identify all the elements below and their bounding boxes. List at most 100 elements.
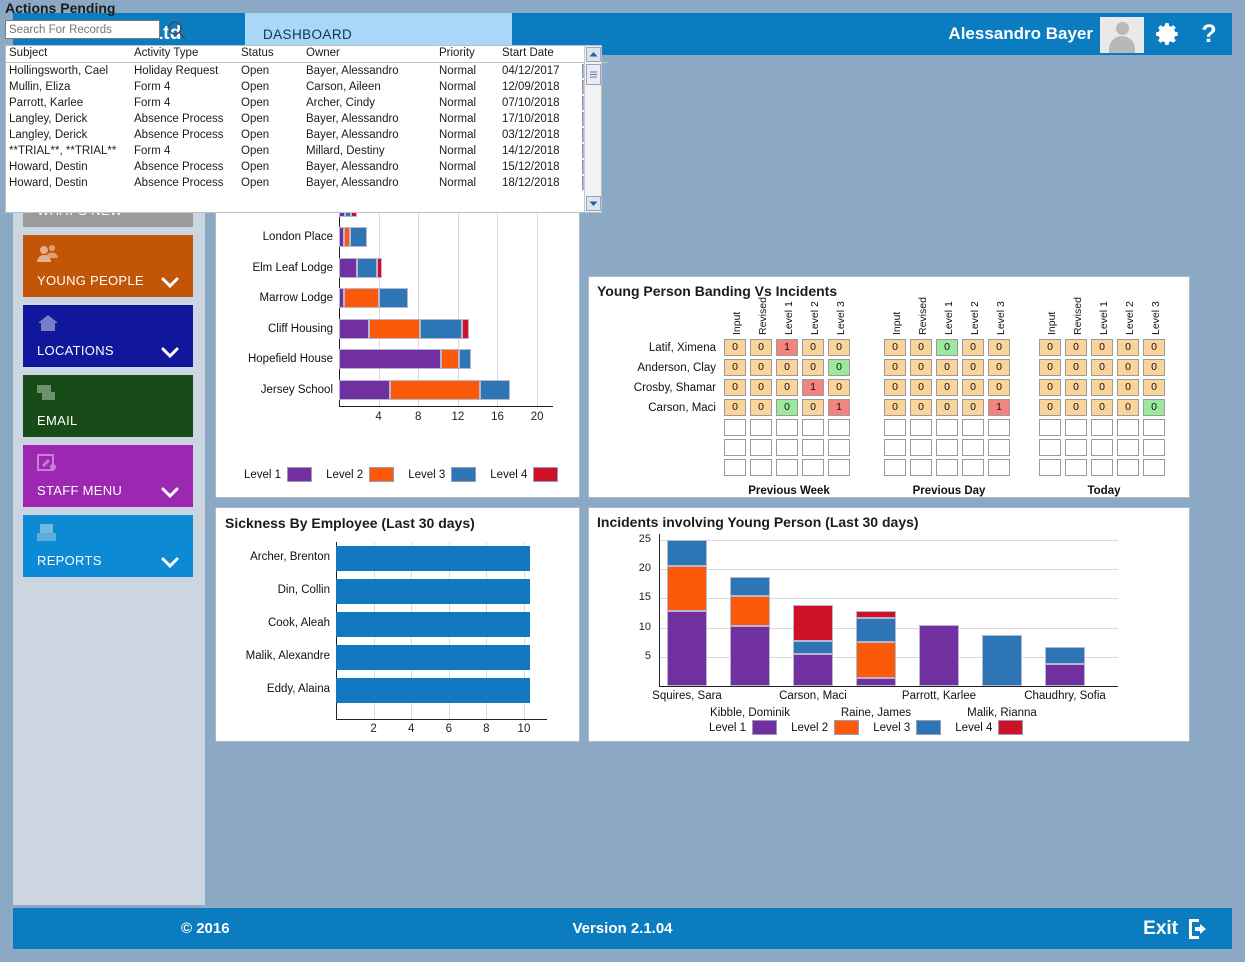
banding-cell[interactable]: 0 bbox=[776, 399, 798, 416]
banding-cell[interactable]: 0 bbox=[750, 339, 772, 356]
banding-cell-empty[interactable] bbox=[1143, 439, 1165, 456]
banding-cell-empty[interactable] bbox=[1143, 459, 1165, 476]
banding-cell-empty[interactable] bbox=[828, 419, 850, 436]
banding-cell-empty[interactable] bbox=[750, 439, 772, 456]
column-header[interactable]: Start Date bbox=[499, 46, 579, 63]
sidebar-item-staff-menu[interactable]: STAFF MENU bbox=[23, 445, 193, 507]
banding-cell[interactable]: 0 bbox=[962, 359, 984, 376]
banding-cell-empty[interactable] bbox=[884, 419, 906, 436]
banding-cell-empty[interactable] bbox=[1039, 459, 1061, 476]
table-row[interactable]: **TRIAL**, **TRIAL** Form 4 Open Millard, D… bbox=[6, 143, 608, 159]
banding-cell[interactable]: 0 bbox=[1143, 339, 1165, 356]
banding-cell[interactable]: 0 bbox=[1143, 359, 1165, 376]
banding-cell[interactable]: 0 bbox=[884, 399, 906, 416]
banding-cell-empty[interactable] bbox=[884, 459, 906, 476]
banding-cell-empty[interactable] bbox=[724, 439, 746, 456]
help-button[interactable]: ? bbox=[1192, 13, 1226, 55]
vertical-scrollbar[interactable] bbox=[584, 46, 601, 212]
banding-cell-empty[interactable] bbox=[828, 439, 850, 456]
banding-cell-empty[interactable] bbox=[884, 439, 906, 456]
banding-cell[interactable]: 0 bbox=[802, 339, 824, 356]
banding-cell-empty[interactable] bbox=[802, 439, 824, 456]
banding-cell[interactable]: 0 bbox=[988, 359, 1010, 376]
settings-button[interactable] bbox=[1148, 13, 1188, 55]
banding-cell[interactable]: 0 bbox=[1091, 399, 1113, 416]
banding-cell[interactable]: 1 bbox=[802, 379, 824, 396]
banding-cell-empty[interactable] bbox=[776, 459, 798, 476]
banding-cell-empty[interactable] bbox=[1117, 439, 1139, 456]
scroll-up-arrow[interactable] bbox=[586, 47, 601, 62]
banding-cell-empty[interactable] bbox=[1065, 419, 1087, 436]
banding-cell[interactable]: 1 bbox=[828, 399, 850, 416]
banding-cell[interactable]: 1 bbox=[776, 339, 798, 356]
banding-cell-empty[interactable] bbox=[776, 419, 798, 436]
table-row[interactable]: Parrott, Karlee Form 4 Open Archer, Cindy No… bbox=[6, 95, 608, 111]
search-icon[interactable] bbox=[167, 20, 187, 40]
sidebar-item-email[interactable]: EMAIL bbox=[23, 375, 193, 437]
banding-cell-empty[interactable] bbox=[750, 459, 772, 476]
table-row[interactable]: Hollingsworth, Cael Holiday Request Open Ba… bbox=[6, 63, 608, 80]
banding-cell[interactable]: 0 bbox=[828, 339, 850, 356]
banding-cell[interactable]: 0 bbox=[910, 339, 932, 356]
banding-cell[interactable]: 0 bbox=[936, 359, 958, 376]
banding-cell[interactable]: 0 bbox=[910, 359, 932, 376]
banding-cell[interactable]: 0 bbox=[936, 379, 958, 396]
banding-cell-empty[interactable] bbox=[910, 459, 932, 476]
table-row[interactable]: Langley, Derick Absence Process Open Bayer,… bbox=[6, 111, 608, 127]
banding-cell[interactable]: 0 bbox=[884, 359, 906, 376]
banding-cell[interactable]: 0 bbox=[1091, 339, 1113, 356]
banding-cell-empty[interactable] bbox=[1117, 419, 1139, 436]
banding-cell-empty[interactable] bbox=[988, 419, 1010, 436]
banding-cell[interactable]: 0 bbox=[776, 379, 798, 396]
banding-cell[interactable]: 0 bbox=[1117, 359, 1139, 376]
banding-cell-empty[interactable] bbox=[1091, 459, 1113, 476]
banding-cell-empty[interactable] bbox=[936, 459, 958, 476]
banding-cell[interactable]: 0 bbox=[1117, 379, 1139, 396]
scroll-down-arrow[interactable] bbox=[586, 196, 601, 211]
sidebar-item-young-people[interactable]: YOUNG PEOPLE bbox=[23, 235, 193, 297]
banding-cell[interactable]: 0 bbox=[1117, 339, 1139, 356]
banding-cell[interactable]: 0 bbox=[988, 379, 1010, 396]
banding-cell-empty[interactable] bbox=[988, 439, 1010, 456]
table-row[interactable]: Howard, Destin Absence Process Open Bayer, … bbox=[6, 159, 608, 175]
column-header[interactable]: Activity Type bbox=[131, 46, 238, 63]
banding-cell[interactable]: 0 bbox=[750, 359, 772, 376]
banding-cell-empty[interactable] bbox=[750, 419, 772, 436]
banding-cell-empty[interactable] bbox=[988, 459, 1010, 476]
banding-cell-empty[interactable] bbox=[1091, 439, 1113, 456]
banding-cell-empty[interactable] bbox=[1143, 419, 1165, 436]
banding-cell[interactable]: 0 bbox=[724, 399, 746, 416]
banding-cell-empty[interactable] bbox=[802, 419, 824, 436]
banding-cell[interactable]: 0 bbox=[1039, 359, 1061, 376]
banding-cell[interactable]: 0 bbox=[962, 379, 984, 396]
banding-cell[interactable]: 0 bbox=[828, 359, 850, 376]
banding-cell[interactable]: 0 bbox=[750, 379, 772, 396]
banding-cell[interactable]: 0 bbox=[988, 339, 1010, 356]
banding-cell[interactable]: 0 bbox=[1065, 399, 1087, 416]
sidebar-item-reports[interactable]: REPORTS bbox=[23, 515, 193, 577]
banding-cell-empty[interactable] bbox=[962, 459, 984, 476]
banding-cell[interactable]: 0 bbox=[724, 339, 746, 356]
banding-cell[interactable]: 0 bbox=[1039, 379, 1061, 396]
banding-cell[interactable]: 0 bbox=[1065, 379, 1087, 396]
banding-cell-empty[interactable] bbox=[1091, 419, 1113, 436]
banding-cell[interactable]: 0 bbox=[1143, 379, 1165, 396]
banding-cell[interactable]: 0 bbox=[1117, 399, 1139, 416]
table-row[interactable]: Howard, Destin Absence Process Open Bayer, … bbox=[6, 175, 608, 191]
banding-cell[interactable]: 0 bbox=[1091, 359, 1113, 376]
banding-cell-empty[interactable] bbox=[962, 419, 984, 436]
banding-cell[interactable]: 0 bbox=[750, 399, 772, 416]
banding-cell[interactable]: 0 bbox=[1065, 339, 1087, 356]
banding-cell-empty[interactable] bbox=[910, 439, 932, 456]
banding-cell[interactable]: 0 bbox=[1039, 399, 1061, 416]
table-row[interactable]: Langley, Derick Absence Process Open Bayer,… bbox=[6, 127, 608, 143]
scrollbar-thumb[interactable] bbox=[586, 64, 601, 85]
banding-cell[interactable]: 0 bbox=[884, 339, 906, 356]
banding-cell[interactable]: 0 bbox=[936, 339, 958, 356]
banding-cell-empty[interactable] bbox=[724, 419, 746, 436]
table-row[interactable]: Mullin, Eliza Form 4 Open Carson, Aileen Nor… bbox=[6, 79, 608, 95]
banding-cell[interactable]: 0 bbox=[1143, 399, 1165, 416]
banding-cell-empty[interactable] bbox=[1065, 439, 1087, 456]
banding-cell[interactable]: 0 bbox=[884, 379, 906, 396]
column-header[interactable]: Owner bbox=[303, 46, 436, 63]
